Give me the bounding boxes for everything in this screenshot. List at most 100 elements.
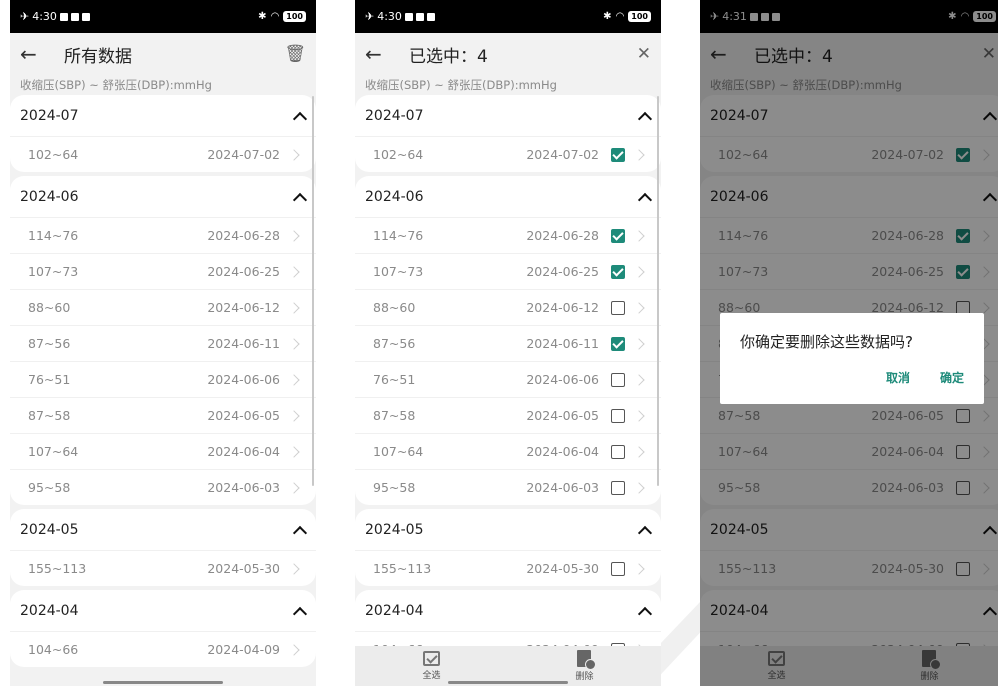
chevron-up-icon[interactable] (637, 523, 651, 537)
list-item[interactable]: 114~76 2024-06-28 (355, 217, 661, 253)
arrow-left-icon[interactable]: ← (20, 42, 56, 66)
record-date: 2024-06-11 (207, 336, 280, 351)
record-date: 2024-06-03 (207, 480, 280, 495)
chevron-right-icon (284, 266, 306, 278)
list-item[interactable]: 104~66 2024-04-09 (10, 631, 316, 667)
list-item[interactable]: 107~73 2024-06-25 (10, 253, 316, 289)
select-checkbox[interactable] (611, 147, 625, 162)
bp-value: 104~66 (28, 642, 79, 657)
chevron-up-icon[interactable] (637, 109, 651, 123)
chevron-right-icon (284, 149, 306, 161)
delete-button[interactable]: 删除 (575, 650, 597, 682)
select-checkbox[interactable] (611, 444, 625, 459)
page-title: 已选中：4 (409, 46, 488, 67)
select-checkbox[interactable] (611, 264, 625, 279)
trash-icon[interactable]: 🗑 (282, 44, 306, 64)
bp-value: 87~58 (28, 408, 71, 423)
scrollbar[interactable] (657, 96, 659, 486)
confirm-button[interactable]: 确定 (940, 369, 964, 386)
record-date: 2024-04-09 (207, 642, 280, 657)
record-date: 2024-06-04 (526, 444, 599, 459)
record-date: 2024-06-25 (526, 264, 599, 279)
airplane-icon: ✈ (365, 10, 375, 23)
list-item[interactable]: 155~113 2024-05-30 (10, 550, 316, 586)
close-icon[interactable]: ✕ (627, 44, 651, 64)
record-date: 2024-06-06 (526, 372, 599, 387)
list-item[interactable]: 88~60 2024-06-12 (355, 289, 661, 325)
select-all-button[interactable]: 全选 (422, 651, 441, 681)
nav-pill[interactable] (448, 681, 568, 684)
chevron-right-icon (284, 230, 306, 242)
list-item[interactable]: 87~58 2024-06-05 (10, 397, 316, 433)
list-item[interactable]: 102~64 2024-07-02 (355, 136, 661, 172)
screen-all-data: ✈ 4:30 ✱ ◠ 100 ← 所有数据 🗑 收缩压(SBP) ~ 舒张压(DBP)… (10, 0, 316, 686)
list-item[interactable]: 102~64 2024-07-02 (10, 136, 316, 172)
chevron-right-icon (629, 563, 651, 575)
data-list: 2024-07 102~64 2024-07-02 2024-06 114~76 2024… (10, 95, 316, 667)
select-all-label: 全选 (422, 671, 441, 681)
list-item[interactable]: 87~56 2024-06-11 (10, 325, 316, 361)
month-header[interactable]: 2024-06 (10, 176, 316, 217)
record-date: 2024-06-12 (526, 300, 599, 315)
chevron-right-icon (284, 446, 306, 458)
chevron-up-icon[interactable] (637, 604, 651, 618)
arrow-left-icon[interactable]: ← (365, 42, 401, 66)
chevron-up-icon[interactable] (292, 523, 306, 537)
status-bar: ✈ 4:30 ✱ ◠ 100 (10, 0, 316, 33)
app-bar: ← 所有数据 🗑 (10, 33, 316, 75)
month-group: 2024-07 102~64 2024-07-02 (355, 95, 661, 172)
select-checkbox[interactable] (611, 372, 625, 387)
list-item[interactable]: 88~60 2024-06-12 (10, 289, 316, 325)
month-group: 2024-05 155~113 2024-05-30 (355, 509, 661, 586)
select-checkbox[interactable] (611, 336, 625, 351)
select-checkbox[interactable] (611, 480, 625, 495)
select-checkbox[interactable] (611, 408, 625, 423)
chevron-right-icon (629, 266, 651, 278)
list-item[interactable]: 95~58 2024-06-03 (355, 469, 661, 505)
scrollbar[interactable] (312, 96, 314, 486)
list-item[interactable]: 95~58 2024-06-03 (10, 469, 316, 505)
month-group: 2024-05 155~113 2024-05-30 (10, 509, 316, 586)
bp-value: 87~56 (28, 336, 71, 351)
list-item[interactable]: 107~64 2024-06-04 (10, 433, 316, 469)
list-item[interactable]: 76~51 2024-06-06 (10, 361, 316, 397)
month-header[interactable]: 2024-07 (355, 95, 661, 136)
month-label: 2024-07 (365, 107, 424, 124)
record-date: 2024-06-25 (207, 264, 280, 279)
nav-pill[interactable] (103, 681, 223, 684)
record-date: 2024-07-02 (526, 147, 599, 162)
select-checkbox[interactable] (611, 228, 625, 243)
record-date: 2024-06-06 (207, 372, 280, 387)
list-item[interactable]: 107~64 2024-06-04 (355, 433, 661, 469)
unit-label: 收缩压(SBP) ~ 舒张压(DBP):mmHg (20, 78, 212, 92)
month-header[interactable]: 2024-06 (355, 176, 661, 217)
app-bar: ← 已选中：4 ✕ (355, 33, 661, 75)
cancel-button[interactable]: 取消 (886, 369, 910, 386)
bp-value: 88~60 (373, 300, 416, 315)
month-label: 2024-04 (365, 602, 424, 619)
list-item[interactable]: 114~76 2024-06-28 (10, 217, 316, 253)
list-item[interactable]: 155~113 2024-05-30 (355, 550, 661, 586)
select-checkbox[interactable] (611, 300, 625, 315)
month-header[interactable]: 2024-05 (355, 509, 661, 550)
month-header[interactable]: 2024-04 (355, 590, 661, 631)
battery-icon: 100 (628, 11, 651, 22)
record-date: 2024-05-30 (526, 561, 599, 576)
month-group: 2024-06 114~76 2024-06-28 107~73 2024-06-25 8… (355, 176, 661, 505)
month-label: 2024-05 (20, 521, 79, 538)
chevron-up-icon[interactable] (292, 190, 306, 204)
list-item[interactable]: 87~56 2024-06-11 (355, 325, 661, 361)
chevron-up-icon[interactable] (292, 109, 306, 123)
month-header[interactable]: 2024-05 (10, 509, 316, 550)
chevron-up-icon[interactable] (292, 604, 306, 618)
list-item[interactable]: 76~51 2024-06-06 (355, 361, 661, 397)
status-bar: ✈ 4:30 ✱ ◠ 100 (355, 0, 661, 33)
wifi-icon: ◠ (270, 11, 280, 22)
list-item[interactable]: 107~73 2024-06-25 (355, 253, 661, 289)
list-item[interactable]: 87~58 2024-06-05 (355, 397, 661, 433)
month-header[interactable]: 2024-07 (10, 95, 316, 136)
record-date: 2024-06-04 (207, 444, 280, 459)
select-checkbox[interactable] (611, 561, 625, 576)
month-header[interactable]: 2024-04 (10, 590, 316, 631)
chevron-up-icon[interactable] (637, 190, 651, 204)
